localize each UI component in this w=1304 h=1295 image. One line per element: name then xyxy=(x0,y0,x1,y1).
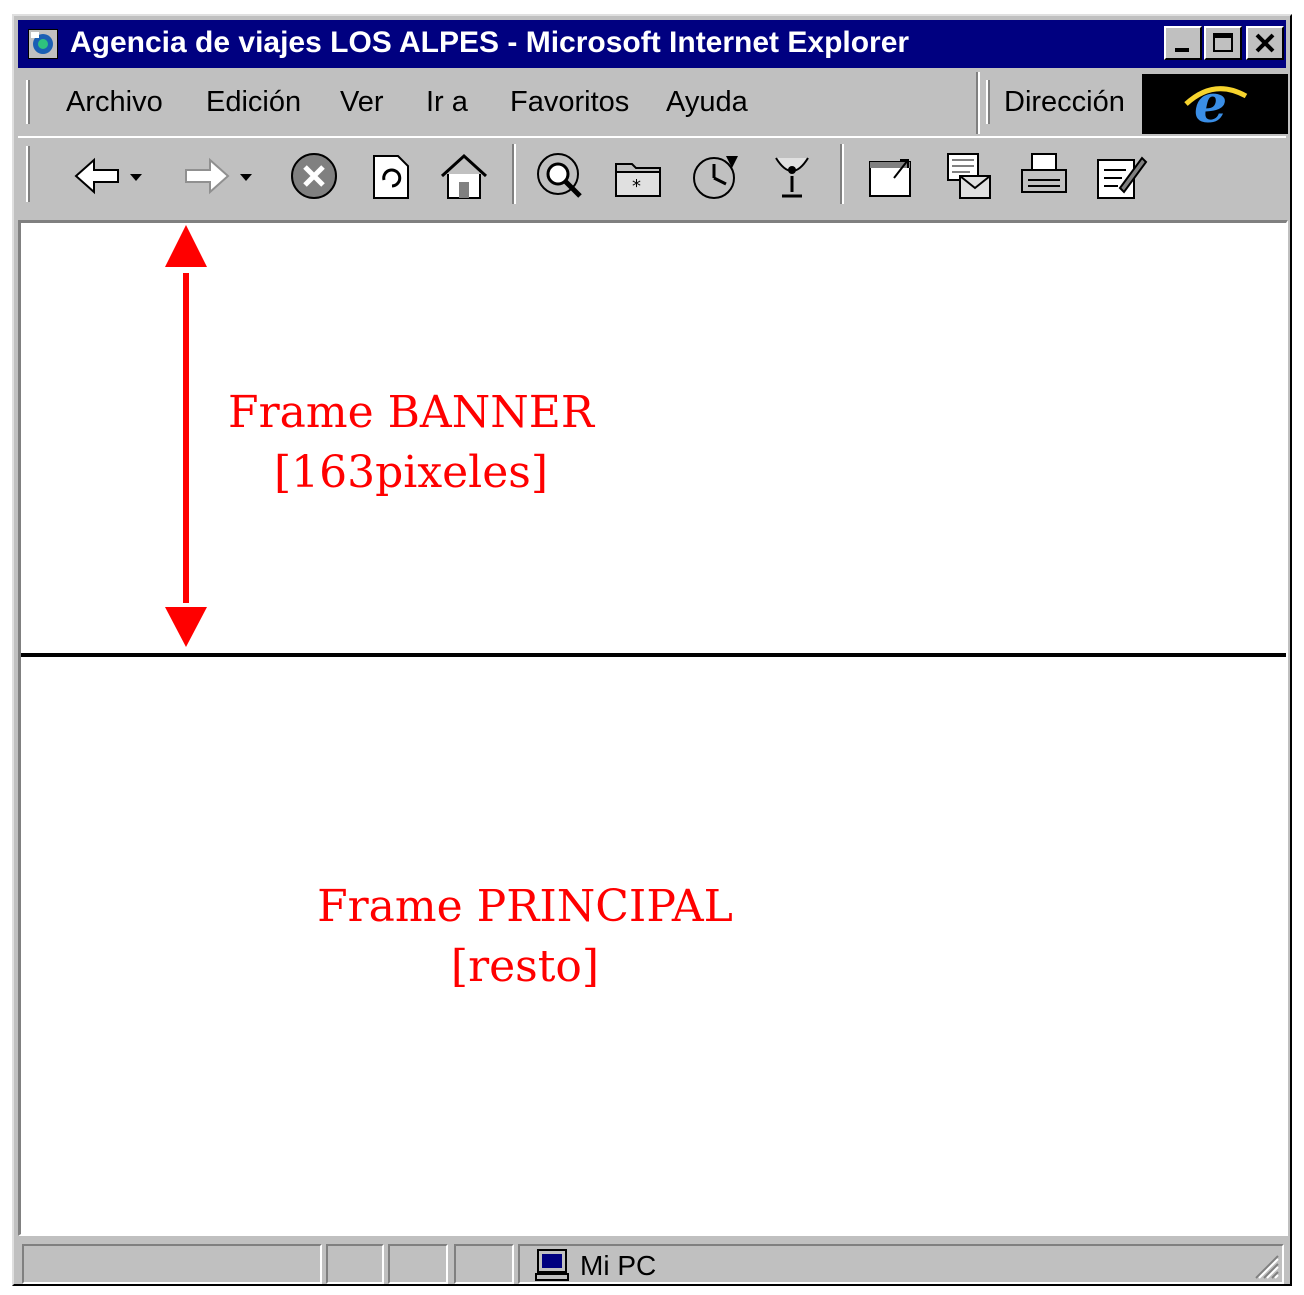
back-button[interactable] xyxy=(68,148,152,204)
fullscreen-icon xyxy=(869,159,911,197)
address-grip[interactable] xyxy=(986,80,990,124)
browser-window: Agencia de viajes LOS ALPES - Microsoft … xyxy=(12,14,1292,1286)
mail-icon xyxy=(947,153,991,199)
standard-toolbar: * xyxy=(18,136,1286,210)
content-area: Frame BANNER [163pixeles] Frame PRINCIPA… xyxy=(18,220,1288,1236)
toolbar-grip[interactable] xyxy=(26,146,30,202)
edit-button[interactable] xyxy=(1092,148,1148,204)
title-bar[interactable]: Agencia de viajes LOS ALPES - Microsoft … xyxy=(18,20,1286,68)
history-icon xyxy=(693,156,738,199)
banner-frame: Frame BANNER [163pixeles] xyxy=(21,223,1286,653)
refresh-button[interactable] xyxy=(362,148,418,204)
menu-edicion[interactable]: Edición xyxy=(206,86,301,119)
status-panel-offline xyxy=(388,1244,448,1284)
security-zone-panel: Mi PC xyxy=(518,1244,1284,1284)
status-text-panel xyxy=(22,1244,322,1284)
fullscreen-button[interactable] xyxy=(862,148,918,204)
banner-frame-size: [163pixeles] xyxy=(273,447,549,498)
favorites-icon: * xyxy=(615,163,661,197)
home-button[interactable] xyxy=(436,148,492,204)
window-title: Agencia de viajes LOS ALPES - Microsoft … xyxy=(70,26,910,59)
minimize-button[interactable] xyxy=(1164,26,1202,60)
mail-button[interactable] xyxy=(940,148,996,204)
forward-icon xyxy=(185,157,252,195)
menu-ayuda[interactable]: Ayuda xyxy=(666,86,748,119)
forward-button[interactable] xyxy=(178,148,262,204)
menu-favoritos[interactable]: Favoritos xyxy=(510,86,629,119)
home-icon xyxy=(440,153,488,199)
maximize-button[interactable] xyxy=(1204,26,1242,60)
svg-text:e: e xyxy=(1194,74,1227,134)
close-icon xyxy=(1255,33,1275,53)
close-button[interactable] xyxy=(1246,26,1284,60)
toolbar-separator xyxy=(512,144,516,204)
resize-grip-icon[interactable] xyxy=(1250,1250,1280,1280)
main-frame-title: Frame PRINCIPAL xyxy=(317,881,733,932)
menu-archivo[interactable]: Archivo xyxy=(66,86,163,119)
print-button[interactable] xyxy=(1016,148,1072,204)
maximize-icon xyxy=(1213,33,1233,52)
status-panel-secure xyxy=(454,1244,514,1284)
stop-icon xyxy=(291,153,337,199)
ie-logo: e xyxy=(1142,74,1288,135)
edit-icon xyxy=(1097,156,1148,199)
channels-icon xyxy=(775,157,809,198)
banner-frame-title: Frame BANNER xyxy=(228,387,594,438)
my-computer-icon xyxy=(535,1249,569,1281)
status-panel-progress xyxy=(326,1244,384,1284)
zone-label: Mi PC xyxy=(580,1250,657,1281)
ie-page-icon xyxy=(28,29,58,59)
search-button[interactable] xyxy=(532,148,588,204)
favorites-button[interactable]: * xyxy=(610,148,666,204)
main-frame-size: [resto] xyxy=(450,941,600,992)
menu-ver[interactable]: Ver xyxy=(340,86,384,119)
height-arrow-icon xyxy=(165,225,207,647)
main-frame: Frame PRINCIPAL [resto] xyxy=(21,657,1286,1235)
menu-ir-a[interactable]: Ir a xyxy=(426,86,468,119)
menu-bar: Archivo Edición Ver Ir a Favoritos Ayuda… xyxy=(18,72,1288,135)
channels-button[interactable] xyxy=(764,148,820,204)
minimize-icon xyxy=(1175,48,1189,52)
search-icon xyxy=(537,153,582,198)
history-button[interactable] xyxy=(686,148,742,204)
address-label: Dirección xyxy=(1004,86,1125,118)
toolbar-separator xyxy=(840,144,844,204)
svg-text:*: * xyxy=(632,176,641,197)
refresh-icon xyxy=(373,155,409,199)
menubar-separator xyxy=(976,72,980,134)
stop-button[interactable] xyxy=(286,148,342,204)
back-icon xyxy=(74,157,142,195)
menubar-grip[interactable] xyxy=(26,80,30,124)
status-bar: Mi PC xyxy=(18,1240,1288,1284)
print-icon xyxy=(1021,153,1067,193)
